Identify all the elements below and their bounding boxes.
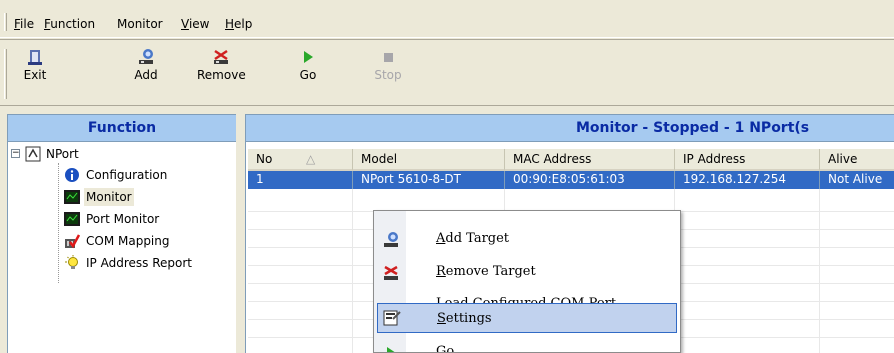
tree-item-ip-address-report[interactable]: IP Address Report bbox=[64, 254, 229, 272]
grid-line bbox=[352, 189, 353, 353]
exit-button[interactable]: Exit bbox=[20, 48, 50, 82]
cell-no: 1 bbox=[248, 171, 353, 189]
port-monitor-icon bbox=[64, 211, 80, 227]
collapse-icon[interactable]: − bbox=[11, 149, 20, 158]
column-headers: No △ Model MAC Address IP Address Alive bbox=[248, 149, 894, 171]
settings-icon bbox=[383, 309, 401, 327]
table-row[interactable]: 1 NPort 5610-8-DT 00:90:E8:05:61:03 192.… bbox=[248, 171, 894, 189]
menu-monitor[interactable]: Monitor bbox=[117, 17, 163, 31]
stop-button[interactable]: Stop bbox=[373, 48, 403, 82]
cell-ip-address: 192.168.127.254 bbox=[675, 171, 820, 189]
remove-button[interactable]: Remove bbox=[197, 48, 246, 82]
column-header-alive[interactable]: Alive bbox=[820, 149, 894, 171]
grid-line bbox=[819, 189, 820, 353]
exit-icon bbox=[26, 48, 44, 66]
column-header-mac-address[interactable]: MAC Address bbox=[505, 149, 675, 171]
add-target-icon bbox=[137, 48, 155, 66]
menu-help[interactable]: Help bbox=[225, 17, 252, 31]
play-icon bbox=[382, 344, 400, 352]
menu-bar: File Function Monitor View Help bbox=[0, 0, 894, 38]
sort-ascending-icon: △ bbox=[306, 152, 316, 166]
menu-function[interactable]: Function bbox=[44, 17, 95, 31]
add-button[interactable]: Add bbox=[131, 48, 161, 82]
toolbar-grip bbox=[4, 49, 7, 99]
tree-item-nport[interactable]: − NPort bbox=[11, 145, 231, 163]
tree-item-com-mapping[interactable]: COM Mapping bbox=[64, 232, 229, 250]
context-menu: Add Target Remove Target Load Configured… bbox=[373, 210, 681, 353]
add-target-icon bbox=[382, 231, 400, 249]
toolbar: Exit Add Remove Go Stop bbox=[0, 39, 894, 106]
menu-bar-grip bbox=[4, 13, 7, 31]
column-header-model[interactable]: Model bbox=[353, 149, 505, 171]
column-header-no[interactable]: No △ bbox=[248, 149, 353, 171]
monitor-panel-title: Monitor - Stopped - 1 NPort(s bbox=[246, 115, 894, 142]
play-icon bbox=[299, 48, 317, 66]
lightbulb-icon bbox=[64, 255, 80, 271]
monitor-icon bbox=[64, 189, 80, 205]
tree-connector-line bbox=[58, 163, 59, 283]
cell-mac-address: 00:90:E8:05:61:03 bbox=[505, 171, 675, 189]
tree-item-port-monitor[interactable]: Port Monitor bbox=[64, 210, 229, 228]
info-icon bbox=[64, 167, 80, 183]
remove-target-icon bbox=[382, 264, 400, 282]
menu-file[interactable]: File bbox=[14, 17, 34, 31]
function-panel: Function − NPort Configuration Monitor P… bbox=[7, 114, 236, 353]
column-header-ip-address[interactable]: IP Address bbox=[675, 149, 820, 171]
remove-target-icon bbox=[212, 48, 230, 66]
context-menu-settings[interactable]: Settings bbox=[377, 303, 677, 333]
cell-model: NPort 5610-8-DT bbox=[353, 171, 505, 189]
go-button[interactable]: Go bbox=[296, 48, 320, 82]
context-menu-go[interactable]: Go bbox=[374, 337, 680, 352]
tree-item-monitor[interactable]: Monitor bbox=[64, 188, 229, 206]
function-panel-title: Function bbox=[8, 115, 236, 142]
stop-icon bbox=[379, 48, 397, 66]
com-mapping-icon bbox=[64, 233, 81, 249]
menu-view[interactable]: View bbox=[181, 17, 209, 31]
tree-item-configuration[interactable]: Configuration bbox=[64, 166, 229, 184]
context-menu-add-target[interactable]: Add Target bbox=[374, 224, 680, 254]
context-menu-remove-target[interactable]: Remove Target bbox=[374, 257, 680, 287]
cell-alive: Not Alive bbox=[828, 172, 883, 186]
nport-icon bbox=[25, 146, 41, 162]
